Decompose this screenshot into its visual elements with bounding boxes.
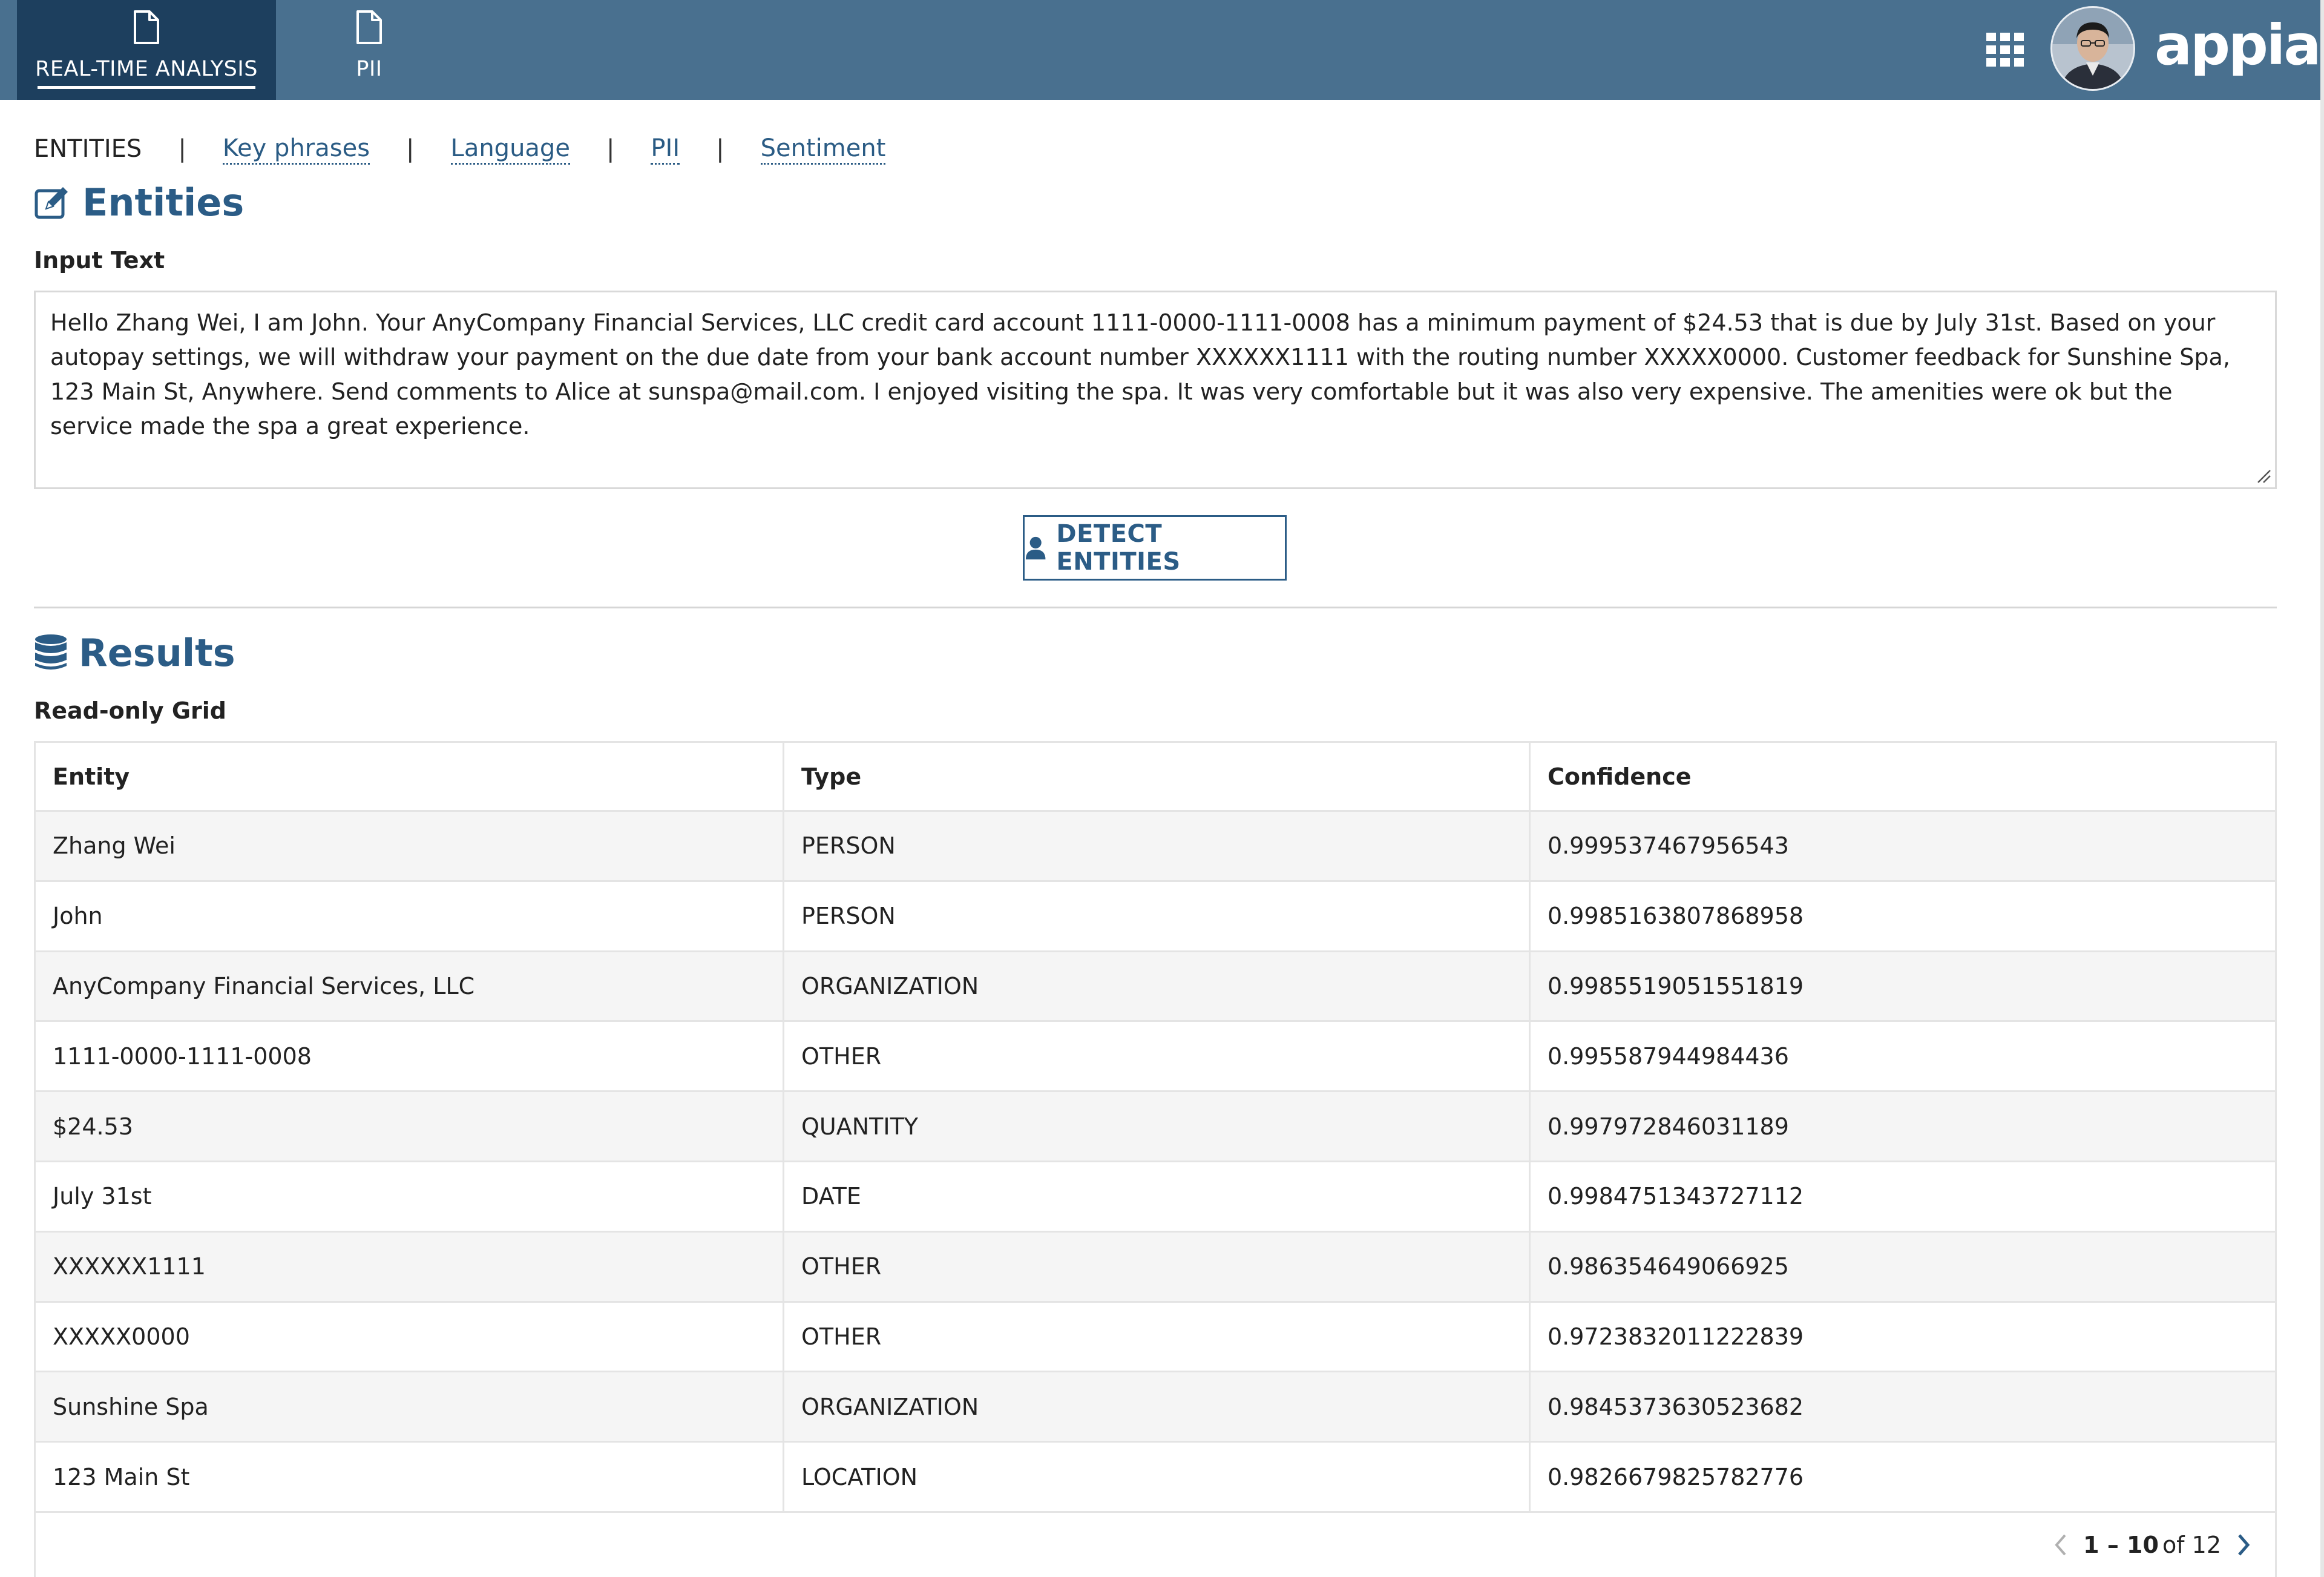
column-header-entity: Entity xyxy=(36,743,784,810)
chevron-right-icon[interactable] xyxy=(2237,1533,2251,1557)
type-cell: OTHER xyxy=(784,1232,1531,1301)
entities-title: Entities xyxy=(82,180,245,225)
grid-pager: 1 – 10 of 12 xyxy=(2053,1527,2251,1563)
tab-label: PII xyxy=(356,57,382,81)
entity-cell: 123 Main St xyxy=(36,1443,784,1511)
entity-cell: XXXXXX1111 xyxy=(36,1232,784,1301)
type-cell: PERSON xyxy=(784,812,1531,880)
nav-link-language[interactable]: Language xyxy=(450,134,570,165)
entity-cell: XXXXX0000 xyxy=(36,1302,784,1371)
confidence-cell: 0.9723832011222839 xyxy=(1548,1323,1804,1350)
type-cell: ORGANIZATION xyxy=(784,1372,1531,1441)
input-text-label: Input Text xyxy=(34,247,165,274)
entity-cell: $24.53 xyxy=(36,1092,784,1161)
entity-cell: Sunshine Spa xyxy=(36,1372,784,1441)
nav-link-pii[interactable]: PII xyxy=(651,134,680,165)
pager-total: of 12 xyxy=(2162,1532,2221,1558)
results-grid: Entity Type Confidence Zhang Wei PERSON … xyxy=(34,741,2277,1577)
type-cell: DATE xyxy=(784,1162,1531,1231)
entities-heading: Entities xyxy=(34,177,244,228)
table-row: Sunshine Spa ORGANIZATION 0.984537363052… xyxy=(36,1372,2275,1443)
tab-pii[interactable]: PII xyxy=(315,0,424,100)
read-only-grid-label: Read-only Grid xyxy=(34,697,226,724)
results-title: Results xyxy=(79,630,235,675)
chevron-left-icon[interactable] xyxy=(2053,1533,2067,1557)
results-heading: Results xyxy=(34,627,235,678)
type-cell: ORGANIZATION xyxy=(784,952,1531,1021)
tab-label: REAL-TIME ANALYSIS xyxy=(35,57,258,81)
entity-cell: John xyxy=(36,881,784,950)
table-row: XXXXX0000 OTHER 0.9723832011222839 xyxy=(36,1302,2275,1373)
table-row: July 31st DATE 0.9984751343727112 xyxy=(36,1162,2275,1233)
document-icon xyxy=(134,10,159,44)
confidence-cell: 0.9984751343727112 xyxy=(1548,1183,1804,1210)
type-cell: LOCATION xyxy=(784,1443,1531,1511)
edit-icon xyxy=(34,187,68,219)
active-tab-indicator xyxy=(38,86,255,89)
entity-cell: 1111-0000-1111-0008 xyxy=(36,1022,784,1091)
detect-entities-button[interactable]: DETECT ENTITIES xyxy=(1023,515,1287,581)
nav-current-entities: ENTITIES xyxy=(34,135,142,163)
column-header-confidence: Confidence xyxy=(1548,763,1692,790)
window-edge xyxy=(2320,0,2324,1577)
confidence-cell: 0.9985163807868958 xyxy=(1548,903,1804,930)
resize-handle-icon[interactable] xyxy=(2254,467,2271,484)
detect-button-label: DETECT ENTITIES xyxy=(1056,520,1181,576)
type-cell: OTHER xyxy=(784,1302,1531,1371)
column-header-type: Type xyxy=(784,743,1531,810)
appian-logo: appian xyxy=(2155,13,2324,77)
tab-real-time-analysis[interactable]: REAL-TIME ANALYSIS xyxy=(17,0,276,100)
user-avatar[interactable] xyxy=(2050,6,2135,91)
nav-link-key-phrases[interactable]: Key phrases xyxy=(222,134,370,165)
avatar-image xyxy=(2052,8,2133,89)
pager-range: 1 – 10 xyxy=(2083,1532,2159,1558)
nav-separator: | xyxy=(178,135,186,163)
table-row: Zhang Wei PERSON 0.999537467956543 xyxy=(36,812,2275,882)
confidence-cell: 0.986354649066925 xyxy=(1548,1253,1789,1280)
table-row: John PERSON 0.9985163807868958 xyxy=(36,881,2275,952)
grid-icon[interactable] xyxy=(1985,31,2025,68)
nav-separator: | xyxy=(716,135,724,163)
confidence-cell: 0.995587944984436 xyxy=(1548,1042,1789,1070)
database-icon xyxy=(35,634,67,670)
type-cell: QUANTITY xyxy=(784,1092,1531,1161)
grid-header-row: Entity Type Confidence xyxy=(36,743,2275,812)
type-cell: OTHER xyxy=(784,1022,1531,1091)
entity-cell: Zhang Wei xyxy=(36,812,784,880)
table-row: $24.53 QUANTITY 0.997972846031189 xyxy=(36,1092,2275,1162)
user-icon xyxy=(1025,536,1046,560)
nav-separator: | xyxy=(406,135,415,163)
confidence-cell: 0.9826679825782776 xyxy=(1548,1463,1804,1490)
section-divider xyxy=(34,607,2277,608)
confidence-cell: 0.9845373630523682 xyxy=(1548,1393,1804,1420)
confidence-cell: 0.9985519051551819 xyxy=(1548,972,1804,999)
section-nav: ENTITIES | Key phrases | Language | PII … xyxy=(34,132,886,166)
document-icon xyxy=(356,10,382,44)
table-row: AnyCompany Financial Services, LLC ORGAN… xyxy=(36,952,2275,1022)
nav-link-sentiment[interactable]: Sentiment xyxy=(760,134,886,165)
confidence-cell: 0.997972846031189 xyxy=(1548,1113,1789,1140)
app-root: REAL-TIME ANALYSIS PII appia ENTITIES | … xyxy=(0,0,2324,1577)
table-row: XXXXXX1111 OTHER 0.986354649066925 xyxy=(36,1232,2275,1303)
nav-separator: | xyxy=(606,135,615,163)
table-row: 1111-0000-1111-0008 OTHER 0.995587944984… xyxy=(36,1022,2275,1093)
confidence-cell: 0.999537467956543 xyxy=(1548,832,1789,860)
entity-cell: AnyCompany Financial Services, LLC xyxy=(36,952,784,1021)
top-header: REAL-TIME ANALYSIS PII appia xyxy=(0,0,2324,100)
input-text-area[interactable]: Hello Zhang Wei, I am John. Your AnyComp… xyxy=(34,291,2277,489)
type-cell: PERSON xyxy=(784,881,1531,950)
entity-cell: July 31st xyxy=(36,1162,784,1231)
input-text-value: Hello Zhang Wei, I am John. Your AnyComp… xyxy=(50,309,2230,440)
table-row: 123 Main St LOCATION 0.9826679825782776 xyxy=(36,1443,2275,1513)
